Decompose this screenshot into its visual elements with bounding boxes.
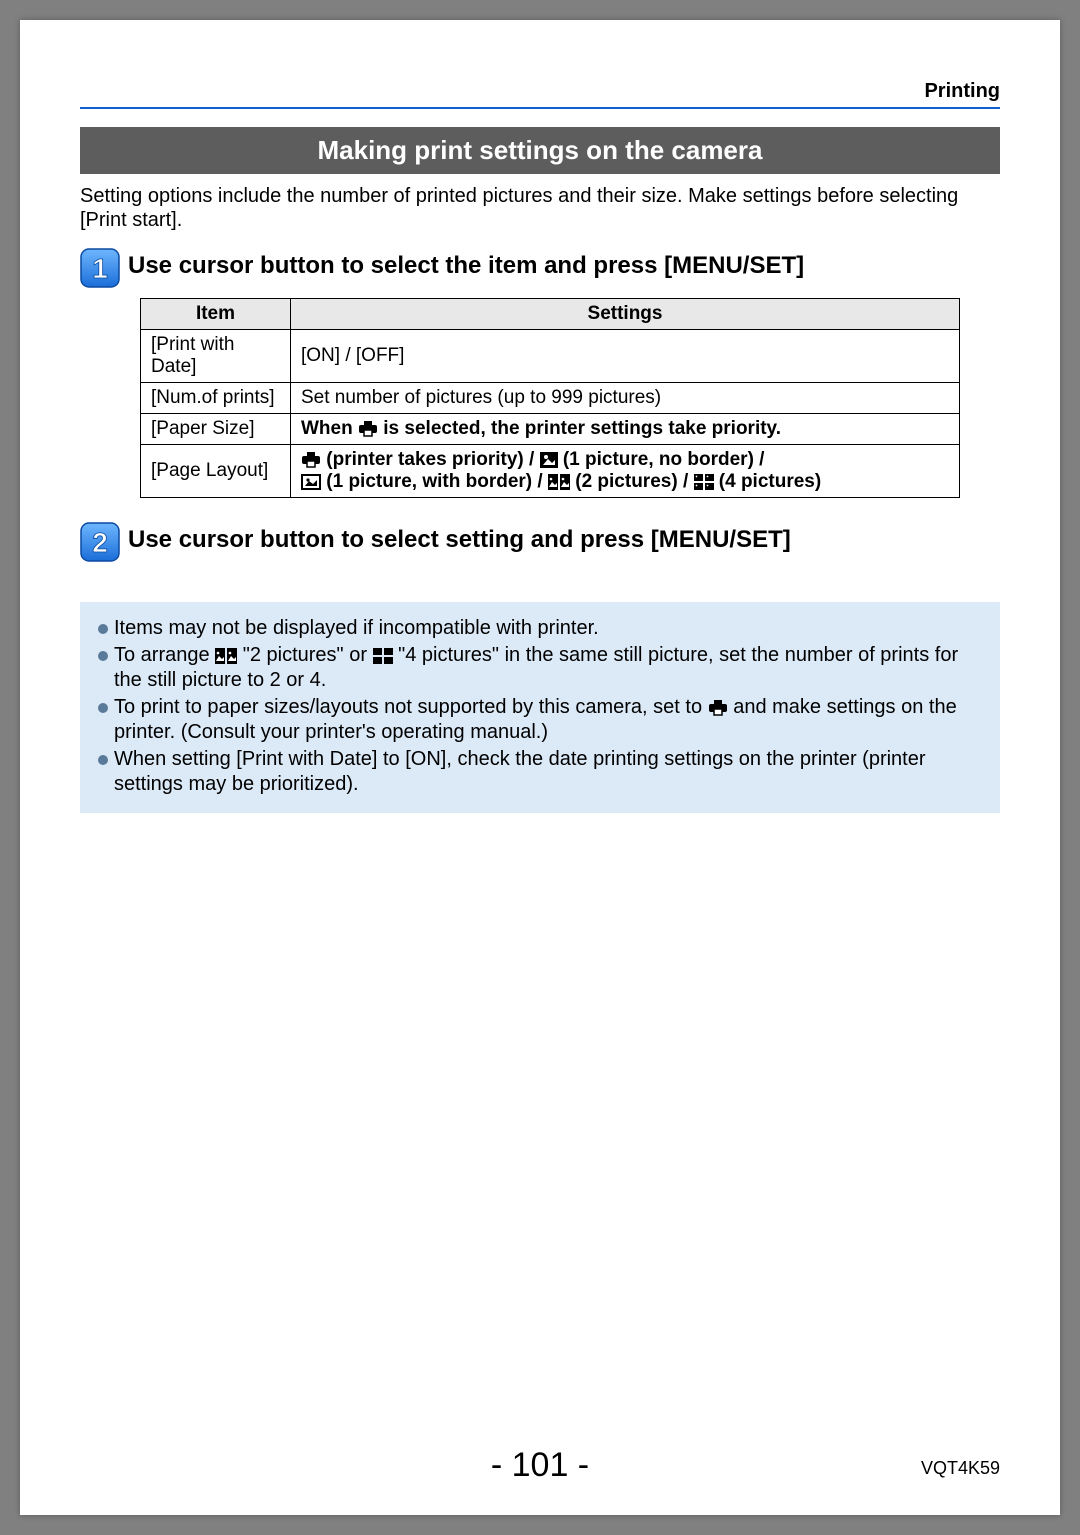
cell-setting: When is selected, the printer settings t… [291,414,960,445]
note-item: Items may not be displayed if incompatib… [98,616,982,641]
text: (1 picture, with border) / [321,471,548,492]
note-text: When setting [Print with Date] to [ON], … [114,747,982,797]
printer-icon [301,452,321,468]
printer-icon [358,421,378,437]
note-text: To print to paper sizes/layouts not supp… [114,695,982,745]
settings-table: Item Settings [Print with Date] [ON] / [… [140,298,960,498]
two-pics-icon [215,648,237,664]
text: (4 pictures) [714,471,822,492]
step-1: 1 Use cursor button to select the item a… [80,248,1000,288]
cell-item: [Page Layout] [141,445,291,498]
printer-icon [708,700,728,716]
step-1-text: Use cursor button to select the item and… [128,248,804,281]
intro-text: Setting options include the number of pr… [80,184,1000,232]
step-1-icon: 1 [80,248,120,288]
note-text: Items may not be displayed if incompatib… [114,616,982,641]
text: When [301,418,358,439]
text: "2 pictures" or [237,644,372,666]
bullet-icon [98,651,108,661]
text: (2 pictures) / [570,471,694,492]
step-2-icon: 2 [80,522,120,562]
two-pics-icon [548,474,570,490]
table-row: [Num.of prints] Set number of pictures (… [141,383,960,414]
header-rule [80,107,1000,109]
step-2: 2 Use cursor button to select setting an… [80,522,1000,562]
cell-item: [Num.of prints] [141,383,291,414]
notes-box: Items may not be displayed if incompatib… [80,602,1000,813]
note-text: To arrange "2 pictures" or "4 pictures" … [114,643,982,693]
table-row: [Paper Size] When is selected, the print… [141,414,960,445]
page-number: - 101 - [80,1446,1000,1485]
document-page: Printing Making print settings on the ca… [20,20,1060,1515]
doc-id: VQT4K59 [921,1458,1000,1479]
cell-setting: (printer takes priority) / (1 picture, n… [291,445,960,498]
text: (printer takes priority) / [321,449,540,470]
cell-setting: [ON] / [OFF] [291,330,960,383]
cell-item: [Paper Size] [141,414,291,445]
bullet-icon [98,624,108,634]
title-bar: Making print settings on the camera [80,127,1000,174]
col-header-settings: Settings [291,299,960,330]
bullet-icon [98,755,108,765]
page-footer: - 101 - VQT4K59 [80,1446,1000,1485]
one-pic-noborder-icon [540,452,558,468]
note-item: To arrange "2 pictures" or "4 pictures" … [98,643,982,693]
svg-text:1: 1 [92,253,108,284]
note-item: When setting [Print with Date] to [ON], … [98,747,982,797]
cell-item: [Print with Date] [141,330,291,383]
svg-text:2: 2 [92,527,108,558]
table-row: [Page Layout] (printer takes priority) /… [141,445,960,498]
four-pics-icon [373,648,393,664]
text: (1 picture, no border) / [558,449,765,470]
one-pic-border-icon [301,474,321,490]
bullet-icon [98,703,108,713]
col-header-item: Item [141,299,291,330]
section-label: Printing [80,80,1000,103]
note-item: To print to paper sizes/layouts not supp… [98,695,982,745]
cell-setting: Set number of pictures (up to 999 pictur… [291,383,960,414]
text: To arrange [114,644,215,666]
four-pics-icon [694,474,714,490]
text: is selected, the printer settings take p… [378,418,781,439]
table-row: [Print with Date] [ON] / [OFF] [141,330,960,383]
text: To print to paper sizes/layouts not supp… [114,696,708,718]
step-2-text: Use cursor button to select setting and … [128,522,791,555]
